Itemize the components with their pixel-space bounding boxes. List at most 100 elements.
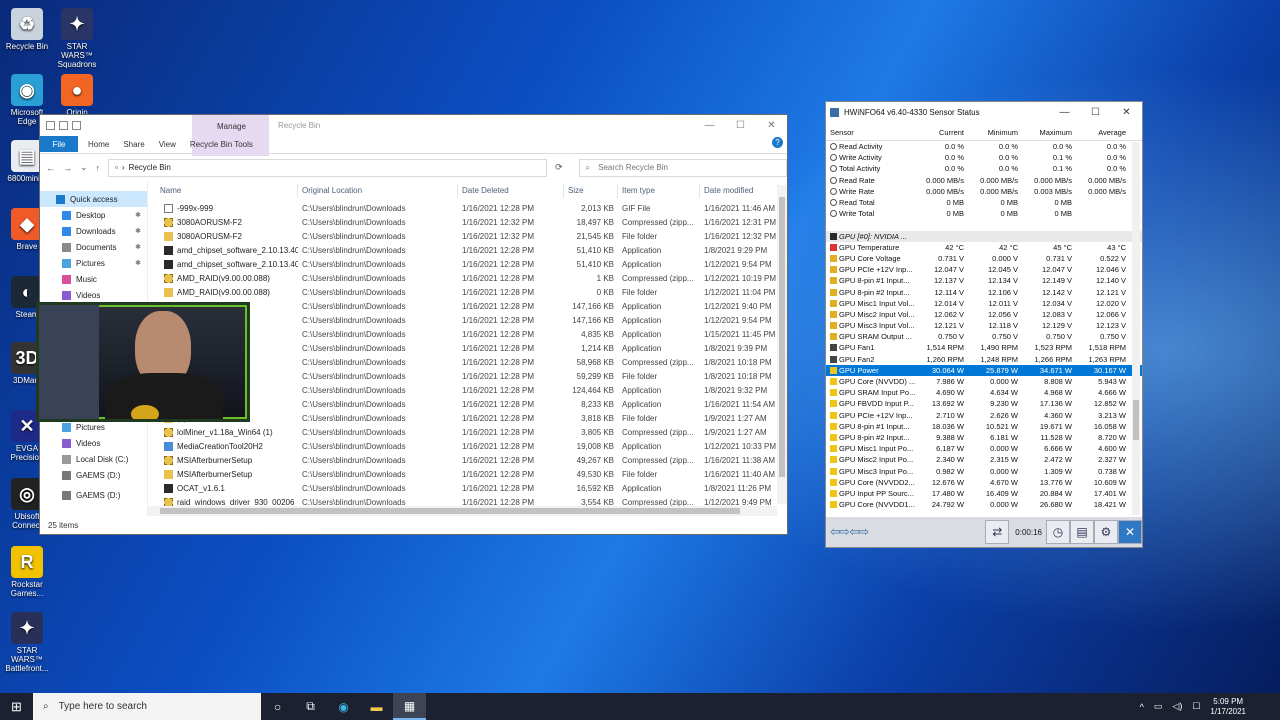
sensor-row[interactable]: Total Activity 0.0 % 0.0 % 0.1 % 0.0 % <box>826 163 1142 174</box>
nav-item[interactable]: Downloads ✱ <box>40 223 147 239</box>
tab-home[interactable]: Home <box>88 140 109 149</box>
table-row[interactable]: amd_chipset_software_2.10.13.408 ... C:\U… <box>148 257 787 271</box>
maximize-button[interactable]: ☐ <box>725 115 756 135</box>
forward-arrow-icon[interactable]: → <box>63 163 72 173</box>
sensor-row[interactable]: GPU Core Voltage 0.731 V 0.000 V 0.731 V 0.5… <box>826 253 1142 264</box>
col-average[interactable]: Average <box>1074 126 1128 140</box>
close-sensors-button[interactable]: ✕ <box>1118 520 1142 544</box>
close-button[interactable]: ✕ <box>1111 102 1142 122</box>
desktop-icon[interactable]: ♻ Recycle Bin <box>2 8 52 51</box>
sensor-row[interactable]: GPU SRAM Output ... 0.750 V 0.750 V 0.750 V… <box>826 331 1142 342</box>
chevron-up-icon[interactable]: ^ <box>1140 702 1144 712</box>
pin-icon[interactable]: ✱ <box>135 227 141 235</box>
explorer-title-bar[interactable]: Manage Recycle Bin — ☐ ✕ <box>40 115 787 135</box>
tab-recycle-bin-tools[interactable]: Recycle Bin Tools <box>190 140 253 149</box>
table-row[interactable]: MediaCreationTool20H2 C:\Users\blindrun\D… <box>148 439 787 453</box>
close-button[interactable]: ✕ <box>756 115 787 135</box>
table-row[interactable]: amd_chipset_software_2.10.13.408 C:\Users… <box>148 243 787 257</box>
sensor-row[interactable]: GPU Misc1 Input Vol... 12.014 V 12.011 V 12… <box>826 298 1142 309</box>
sensor-row[interactable]: GPU 8-pin #1 Input... 18.036 W 10.521 W 19.… <box>826 421 1142 432</box>
nav-item[interactable]: Music <box>40 271 147 287</box>
clock[interactable]: 5:09 PM 1/17/2021 <box>1210 697 1246 717</box>
sensor-row[interactable]: GPU Fan1 1,514 RPM 1,490 RPM 1,523 RPM 1,518… <box>826 342 1142 353</box>
col-sensor[interactable]: Sensor <box>826 126 926 140</box>
network-icon[interactable]: ⇄ <box>985 520 1010 544</box>
sensor-row[interactable]: GPU Fan2 1,260 RPM 1,248 RPM 1,266 RPM 1,263… <box>826 354 1142 365</box>
column-header[interactable]: Date Deleted <box>458 183 564 198</box>
address-bar[interactable]: ▫ › Recycle Bin <box>108 158 548 177</box>
hwinfo-title-bar[interactable]: HWiNFO64 v6.40-4330 Sensor Status — ☐ ✕ <box>826 102 1142 122</box>
table-row[interactable]: 3080AORUSM-F2 C:\Users\blindrun\Downloads… <box>148 215 787 229</box>
tab-view[interactable]: View <box>159 140 176 149</box>
minimize-button[interactable]: — <box>1049 102 1080 122</box>
sensor-row[interactable]: Read Activity 0.0 % 0.0 % 0.0 % 0.0 % <box>826 141 1142 152</box>
pin-icon[interactable]: ✱ <box>135 211 141 219</box>
col-maximum[interactable]: Maximum <box>1020 126 1074 140</box>
sensor-row[interactable]: GPU 8-pin #2 Input... 12.114 V 12.106 V 12.… <box>826 286 1142 297</box>
table-row[interactable]: AMD_RAID(v9.00.00.088) C:\Users\blindrun\… <box>148 285 787 299</box>
table-row[interactable]: lolMiner_v1.18a_Win64 (1) C:\Users\blindr… <box>148 425 787 439</box>
sensor-row[interactable]: GPU 8-pin #2 Input... 9.388 W 6.181 W 11.52… <box>826 432 1142 443</box>
nav-item[interactable]: Local Disk (C:) <box>40 451 147 467</box>
report-icon[interactable]: ▤ <box>1070 520 1094 544</box>
column-header[interactable]: Original Location <box>298 183 458 198</box>
table-row[interactable]: -999x-999 C:\Users\blindrun\Downloads 1/16… <box>148 201 787 215</box>
sensor-row[interactable]: Read Total 0 MB 0 MB 0 MB <box>826 197 1142 208</box>
column-header[interactable]: Date modified <box>700 183 778 198</box>
clock-icon[interactable]: ◷ <box>1046 520 1070 544</box>
horizontal-scrollbar[interactable] <box>148 506 777 516</box>
search-input[interactable]: ⌕ Search Recycle Bin <box>578 158 787 177</box>
nav-item[interactable]: Pictures ✱ <box>40 255 147 271</box>
sensor-row[interactable]: GPU Core (NVVDD2... 12.676 W 4.670 W 13.776… <box>826 477 1142 488</box>
desktop-icon[interactable]: ✦ STAR WARS™ Squadrons <box>52 8 102 69</box>
file-explorer-icon[interactable]: ▬ <box>360 693 393 720</box>
table-row[interactable]: MSIAfterburnerSetup C:\Users\blindrun\Dow… <box>148 453 787 467</box>
sensor-row[interactable]: GPU Core (NVVDD1... 24.792 W 0.000 W 26.680… <box>826 499 1142 510</box>
breadcrumb-chevron-icon[interactable]: › <box>122 163 125 172</box>
sensor-row[interactable] <box>826 219 1142 231</box>
sensor-row[interactable]: GPU Misc2 Input Po... 2.340 W 2.315 W 2.472… <box>826 454 1142 465</box>
sensor-row[interactable]: GPU Misc1 Input Po... 6.187 W 0.000 W 6.666… <box>826 443 1142 454</box>
tab-share[interactable]: Share <box>123 140 144 149</box>
minimize-button[interactable]: — <box>694 115 725 135</box>
quick-access-toolbar[interactable] <box>46 120 81 130</box>
refresh-icon[interactable]: ⟳ <box>555 162 563 173</box>
sensor-row[interactable]: Write Activity 0.0 % 0.0 % 0.1 % 0.0 % <box>826 152 1142 163</box>
column-header[interactable]: Name <box>148 183 298 198</box>
vertical-scrollbar[interactable] <box>777 185 787 504</box>
pin-icon[interactable]: ✱ <box>135 259 141 267</box>
start-button[interactable]: ⊞ <box>0 693 33 720</box>
maximize-button[interactable]: ☐ <box>1080 102 1111 122</box>
manage-label[interactable]: Manage <box>217 122 246 131</box>
sensor-row[interactable]: Write Total 0 MB 0 MB 0 MB <box>826 208 1142 219</box>
nav-arrows-icon[interactable]: ⇦⇨ ⇦⇨ <box>830 524 869 540</box>
edge-icon[interactable]: ◉ <box>327 693 360 720</box>
sensor-row[interactable]: Read Rate 0.000 MB/s 0.000 MB/s 0.000 MB/s 0… <box>826 175 1142 186</box>
taskbar-search[interactable]: ⌕ Type here to search <box>33 693 261 720</box>
nav-item[interactable]: GAEMS (D:) <box>40 487 147 503</box>
hwinfo-taskbar-icon[interactable]: ▦ <box>393 693 426 720</box>
desktop-icon[interactable]: R Rockstar Games... <box>2 546 52 598</box>
sensor-row[interactable]: GPU Temperature 42 °C 42 °C 45 °C 43 °C <box>826 242 1142 253</box>
sensor-row[interactable]: GPU SRAM Input Po... 4.690 W 4.634 W 4.968 … <box>826 387 1142 398</box>
volume-icon[interactable]: ◁) <box>1172 701 1182 712</box>
hwinfo-window[interactable]: HWiNFO64 v6.40-4330 Sensor Status — ☐ ✕ … <box>825 101 1143 548</box>
sensor-row[interactable]: GPU Misc2 Input Vol... 12.062 V 12.056 V 12… <box>826 309 1142 320</box>
new-folder-icon[interactable] <box>72 120 81 130</box>
pin-icon[interactable]: ✱ <box>135 243 141 251</box>
settings-icon[interactable]: ⚙ <box>1094 520 1118 544</box>
up-arrow-icon[interactable]: ↑ <box>96 163 101 173</box>
help-icon[interactable]: ? <box>772 137 783 148</box>
network-icon[interactable]: ▭ <box>1154 701 1163 712</box>
desktop-icon[interactable]: ✦ STAR WARS™ Battlefront... <box>2 612 52 673</box>
table-row[interactable]: MSIAfterburnerSetup C:\Users\blindrun\Dow… <box>148 467 787 481</box>
sensor-row[interactable]: GPU Power 30.064 W 25.879 W 34.671 W 30.167 … <box>826 364 1142 376</box>
sensor-row[interactable]: GPU Core (NVVDD) ... 7.986 W 0.000 W 8.808 … <box>826 376 1142 387</box>
language-icon[interactable]: ☐ <box>1192 701 1200 712</box>
nav-item[interactable]: Desktop ✱ <box>40 207 147 223</box>
breadcrumb[interactable]: Recycle Bin <box>129 163 171 172</box>
sensor-row[interactable]: Write Rate 0.000 MB/s 0.000 MB/s 0.003 MB/s… <box>826 186 1142 197</box>
table-row[interactable]: 3080AORUSM-F2 C:\Users\blindrun\Downloads… <box>148 229 787 243</box>
desktop-icon[interactable]: ● Origin <box>52 74 102 117</box>
sensor-group-header[interactable]: GPU [#0]: NVIDIA ... <box>826 230 1142 242</box>
